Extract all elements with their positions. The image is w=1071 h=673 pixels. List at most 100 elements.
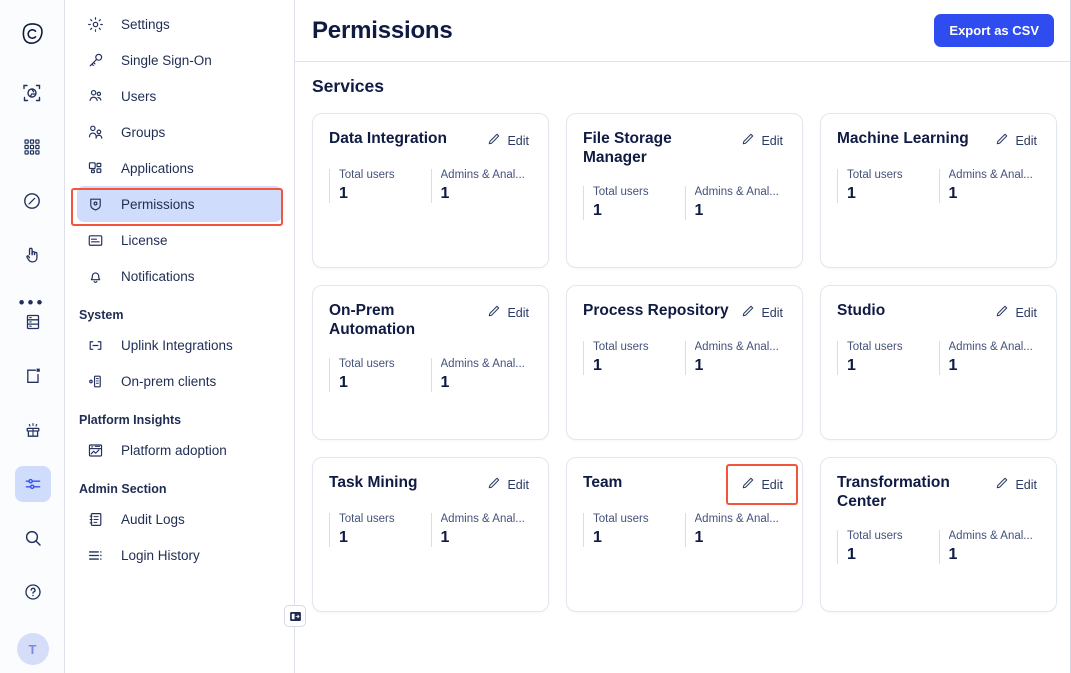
stat-label: Admins & Anal... xyxy=(694,341,779,353)
sidebar-group-title-admin-section: Admin Section xyxy=(79,482,167,496)
page-header: Permissions Export as CSV xyxy=(295,0,1070,62)
stat-label: Total users xyxy=(339,513,395,525)
card-stats: Total users 1 Admins & Anal... 1 xyxy=(329,169,532,203)
sidebar-item-permissions[interactable]: Permissions xyxy=(77,186,282,222)
users-icon xyxy=(87,88,109,105)
app-logo xyxy=(14,16,50,52)
sidebar-item-single-sign-on[interactable]: Single Sign-On xyxy=(77,42,282,78)
edit-button[interactable]: Edit xyxy=(726,464,798,505)
rail-icon-automation[interactable] xyxy=(14,75,50,111)
stat-admins-analysts: Admins & Anal... 1 xyxy=(430,169,533,203)
service-card[interactable]: Task Mining Edit Total users 1 Admins & … xyxy=(312,457,549,612)
service-card[interactable]: File Storage Manager Edit Total users 1 xyxy=(566,113,803,268)
export-as-csv-button[interactable]: Export as CSV xyxy=(934,14,1054,47)
stat-label: Total users xyxy=(847,341,903,353)
card-title: Data Integration xyxy=(329,130,447,147)
edit-label: Edit xyxy=(1015,305,1037,320)
card-header: Process Repository Edit xyxy=(583,302,786,323)
rail-icon-admin-sliders[interactable] xyxy=(14,466,51,502)
stat-admins-analysts: Admins & Anal... 1 xyxy=(938,341,1041,375)
sidebar-item-audit-logs[interactable]: Audit Logs xyxy=(77,501,282,537)
section-title-services: Services xyxy=(312,76,385,96)
service-card[interactable]: Machine Learning Edit Total users 1 Admi… xyxy=(820,113,1057,268)
edit-button[interactable]: Edit xyxy=(484,474,532,495)
service-card[interactable]: Transformation Center Edit Total users 1 xyxy=(820,457,1057,612)
stat-admins-analysts: Admins & Anal... 1 xyxy=(938,169,1041,203)
service-card[interactable]: Data Integration Edit Total users 1 Admi… xyxy=(312,113,549,268)
stat-total-users: Total users 1 xyxy=(837,341,939,375)
stat-value: 1 xyxy=(847,545,856,563)
edit-button[interactable]: Edit xyxy=(992,302,1040,323)
sidebar-item-settings[interactable]: Settings xyxy=(77,6,282,42)
stat-value: 1 xyxy=(593,201,602,219)
rail-icon-database[interactable] xyxy=(15,304,51,340)
stat-admins-analysts: Admins & Anal... 1 xyxy=(430,357,533,392)
rail-icon-gift[interactable] xyxy=(15,412,51,448)
rail-icon-search[interactable] xyxy=(15,520,51,556)
card-header: On-Prem Automation Edit xyxy=(329,302,532,340)
sidebar-group-title-platform-insights: Platform Insights xyxy=(79,413,182,427)
edit-label: Edit xyxy=(761,133,783,148)
sidebar-item-label: Settings xyxy=(121,16,170,32)
stat-label: Admins & Anal... xyxy=(440,513,525,525)
settings-sidebar: Settings Single Sign-On Users Groups App… xyxy=(65,0,306,673)
sidebar-item-license[interactable]: License xyxy=(77,222,282,258)
sidebar-item-platform-adoption[interactable]: Platform adoption xyxy=(77,432,282,468)
stat-value: 1 xyxy=(847,185,856,202)
service-card[interactable]: On-Prem Automation Edit Total users 1 Ad… xyxy=(312,285,549,440)
sidebar-item-uplink-integrations[interactable]: Uplink Integrations xyxy=(77,327,282,363)
stat-label: Admins & Anal... xyxy=(440,169,525,181)
edit-button[interactable]: Edit xyxy=(738,302,786,323)
service-card[interactable]: Team Edit Total users 1 Admins & Anal...… xyxy=(566,457,803,612)
pencil-icon xyxy=(995,132,1009,149)
edit-label: Edit xyxy=(507,477,529,492)
service-card[interactable]: Process Repository Edit Total users 1 Ad… xyxy=(566,285,803,440)
stat-label: Total users xyxy=(593,513,649,525)
sidebar-item-label: Users xyxy=(121,88,157,104)
rail-icon-compass[interactable] xyxy=(14,183,50,219)
audit-log-icon xyxy=(87,511,109,528)
sidebar-item-notifications[interactable]: Notifications xyxy=(77,258,282,294)
edit-button[interactable]: Edit xyxy=(992,474,1040,495)
card-title: File Storage Manager xyxy=(583,130,672,166)
sidebar-item-label: License xyxy=(121,232,168,248)
edit-button[interactable]: Edit xyxy=(738,130,786,151)
edit-label: Edit xyxy=(507,133,529,148)
card-stats: Total users 1 Admins & Anal... 1 xyxy=(583,185,787,220)
avatar[interactable]: T xyxy=(16,633,49,665)
edit-button[interactable]: Edit xyxy=(992,130,1040,151)
edit-button[interactable]: Edit xyxy=(484,130,532,151)
sidebar-item-label: Audit Logs xyxy=(121,511,185,527)
sidebar-item-users[interactable]: Users xyxy=(77,78,282,114)
rail-icon-document[interactable] xyxy=(15,358,51,394)
stat-value: 1 xyxy=(847,357,856,374)
sidebar-item-label: Permissions xyxy=(121,196,195,212)
sidebar-item-label: On-prem clients xyxy=(121,373,217,389)
rail-icon-apps-grid[interactable] xyxy=(14,129,50,165)
service-card[interactable]: Studio Edit Total users 1 Admins & Anal.… xyxy=(820,285,1057,440)
stat-total-users: Total users 1 xyxy=(583,185,685,220)
bell-icon xyxy=(87,268,109,285)
edit-label: Edit xyxy=(507,305,529,320)
rail-icon-click[interactable] xyxy=(14,237,50,273)
stat-value: 1 xyxy=(440,529,450,546)
stat-label: Admins & Anal... xyxy=(948,169,1033,181)
card-stats: Total users 1 Admins & Anal... 1 xyxy=(837,169,1040,203)
pencil-icon xyxy=(487,476,501,493)
collapse-sidebar-toggle[interactable] xyxy=(284,605,306,627)
pencil-icon xyxy=(741,476,755,493)
sidebar-item-groups[interactable]: Groups xyxy=(77,114,282,150)
stat-value: 1 xyxy=(948,185,958,202)
sidebar-item-applications[interactable]: Applications xyxy=(77,150,282,186)
edit-button[interactable]: Edit xyxy=(484,302,532,323)
on-prem-client-icon xyxy=(87,373,109,390)
card-stats: Total users 1 Admins & Anal... 1 xyxy=(837,529,1040,564)
sidebar-item-login-history[interactable]: Login History xyxy=(77,537,282,573)
rail-icon-help[interactable] xyxy=(15,574,51,610)
stat-label: Total users xyxy=(847,169,903,181)
sidebar-item-on-prem-clients[interactable]: On-prem clients xyxy=(77,363,282,399)
groups-icon xyxy=(87,124,109,141)
stat-admins-analysts: Admins & Anal... 1 xyxy=(684,185,787,220)
pencil-icon xyxy=(487,304,501,321)
card-title: Transformation Center xyxy=(837,474,950,510)
